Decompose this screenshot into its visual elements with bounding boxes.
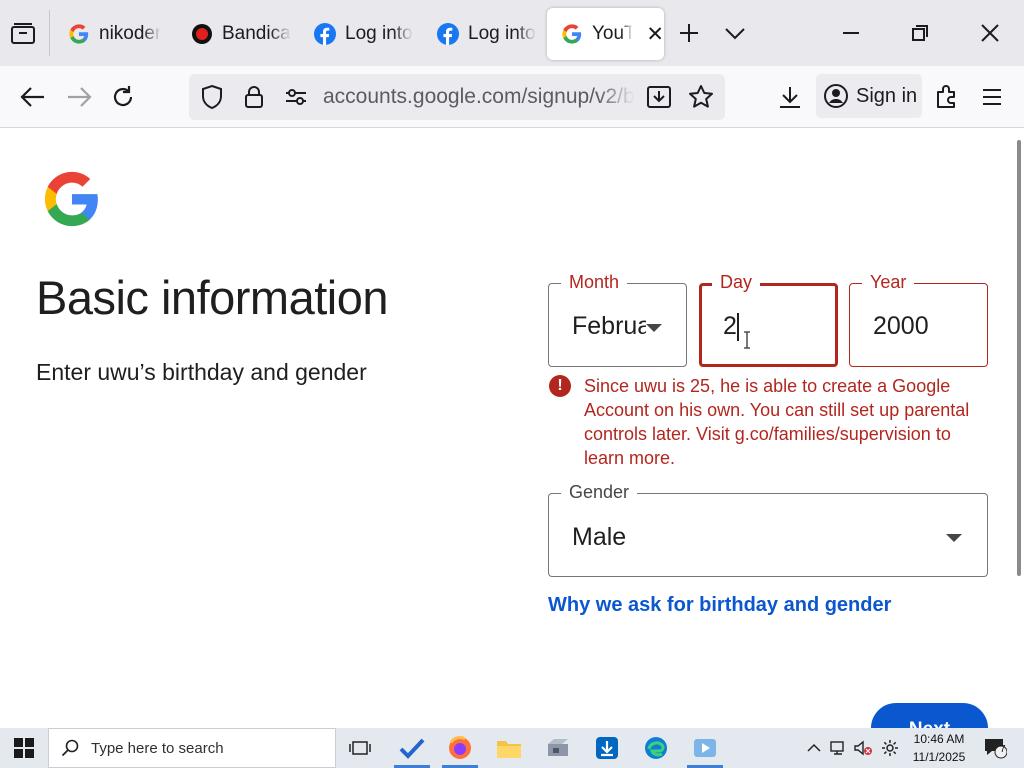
lock-icon[interactable] xyxy=(241,84,267,110)
taskbar: Type here to search 10:46 AM 11/1/2025 7 xyxy=(0,728,1024,768)
page-subtitle: Enter uwu’s birthday and gender xyxy=(36,359,367,385)
volume-muted-icon[interactable] xyxy=(852,728,874,768)
file-explorer-icon[interactable] xyxy=(487,728,531,768)
windows-start-icon[interactable] xyxy=(0,728,48,768)
facebook-icon xyxy=(314,23,336,45)
why-we-ask-link[interactable]: Why we ask for birthday and gender xyxy=(548,594,891,617)
year-input[interactable]: Year 2000 xyxy=(849,271,988,367)
task-view-icon[interactable] xyxy=(338,728,382,768)
year-label: Year xyxy=(862,271,915,293)
settings-gear-icon[interactable] xyxy=(878,728,902,768)
sign-in-label: Sign in xyxy=(856,84,918,107)
page-title: Basic information xyxy=(36,271,389,324)
next-button[interactable]: Next xyxy=(871,703,988,728)
url-text[interactable]: accounts.google.com/signup/v2/b xyxy=(323,85,635,109)
tab-bandicam[interactable]: Bandica xyxy=(173,8,295,60)
firefox-app-icon[interactable] xyxy=(438,728,482,768)
tab-label: Log into xyxy=(468,23,536,44)
google-logo-icon xyxy=(44,171,98,227)
navigation-toolbar: accounts.google.com/signup/v2/b Sign in xyxy=(0,66,1024,128)
bookmark-star-icon[interactable] xyxy=(688,84,714,110)
clock-date: 11/1/2025 xyxy=(912,750,966,764)
forward-icon[interactable] xyxy=(62,80,96,114)
text-cursor xyxy=(737,313,739,341)
downloads-icon[interactable] xyxy=(773,80,807,114)
todo-checkmark-app-icon[interactable] xyxy=(390,728,434,768)
download-manager-icon[interactable] xyxy=(585,728,629,768)
sign-in-button[interactable]: Sign in xyxy=(816,74,922,118)
close-window-icon[interactable] xyxy=(975,18,1005,48)
restore-icon[interactable] xyxy=(905,18,935,48)
extensions-icon[interactable] xyxy=(930,80,964,114)
close-tab-icon[interactable]: ✕ xyxy=(646,24,664,45)
tab-overview-icon[interactable] xyxy=(8,20,38,48)
day-label: Day xyxy=(712,271,761,293)
reload-icon[interactable] xyxy=(106,80,140,114)
list-tabs-chevron-icon[interactable] xyxy=(720,18,750,48)
signup-page: Basic information Enter uwu’s birthday a… xyxy=(0,128,1024,728)
dropdown-arrow-icon xyxy=(946,534,962,542)
notification-count: 7 xyxy=(1000,744,1006,755)
network-icon[interactable] xyxy=(828,728,850,768)
clock-time: 10:46 AM xyxy=(913,732,965,746)
gender-select[interactable]: Gender Male xyxy=(548,481,988,577)
minimize-icon[interactable] xyxy=(836,18,866,48)
month-select[interactable]: Month Februa xyxy=(548,271,687,367)
tab-label: YouT xyxy=(592,23,634,44)
tab-label: nikoder xyxy=(99,23,162,44)
google-g-icon xyxy=(69,24,89,44)
month-value: Februa xyxy=(572,312,646,340)
media-player-icon[interactable] xyxy=(683,728,727,768)
notification-center-icon[interactable]: 7 xyxy=(980,728,1010,768)
year-value: 2000 xyxy=(873,312,929,340)
google-g-icon xyxy=(562,24,582,44)
search-placeholder: Type here to search xyxy=(91,739,224,757)
day-input[interactable]: Day 2 xyxy=(699,271,838,367)
i-beam-cursor-icon xyxy=(744,331,750,349)
error-text: Since uwu is 25, he is able to create a … xyxy=(584,376,970,468)
tab-facebook-1[interactable]: Log into xyxy=(296,8,418,60)
facebook-icon xyxy=(437,23,459,45)
menu-hamburger-icon[interactable] xyxy=(975,80,1009,114)
save-to-pocket-icon[interactable] xyxy=(646,84,672,110)
dropdown-arrow-icon xyxy=(646,324,662,332)
error-icon: ! xyxy=(549,375,571,397)
month-label: Month xyxy=(561,271,628,293)
tab-facebook-2[interactable]: Log into xyxy=(419,8,541,60)
tab-label: Bandica xyxy=(222,23,291,44)
back-icon[interactable] xyxy=(16,80,50,114)
steam-app-icon[interactable] xyxy=(536,728,580,768)
page-scrollbar[interactable] xyxy=(1017,140,1021,576)
search-icon xyxy=(61,739,79,757)
bandicam-icon xyxy=(192,24,212,44)
system-clock[interactable]: 10:46 AM 11/1/2025 xyxy=(906,730,972,766)
gender-value: Male xyxy=(572,523,627,551)
address-bar[interactable]: accounts.google.com/signup/v2/b xyxy=(189,74,725,120)
tracking-protection-shield-icon[interactable] xyxy=(199,84,225,110)
account-icon xyxy=(824,84,848,108)
day-value: 2 xyxy=(723,312,737,340)
gender-label: Gender xyxy=(561,481,638,503)
edge-browser-icon[interactable] xyxy=(634,728,678,768)
tab-youtube-active[interactable]: YouT ✕ xyxy=(547,8,664,60)
taskbar-search-box[interactable]: Type here to search xyxy=(48,728,336,768)
permissions-icon[interactable] xyxy=(283,84,309,110)
tab-label: Log into xyxy=(345,23,413,44)
show-hidden-icons-chevron-icon[interactable] xyxy=(804,728,824,768)
new-tab-icon[interactable] xyxy=(674,18,704,48)
tab-nikoder[interactable]: nikoder xyxy=(50,8,172,60)
tab-strip: nikoder Bandica Log into Log into YouT ✕ xyxy=(0,0,1024,66)
